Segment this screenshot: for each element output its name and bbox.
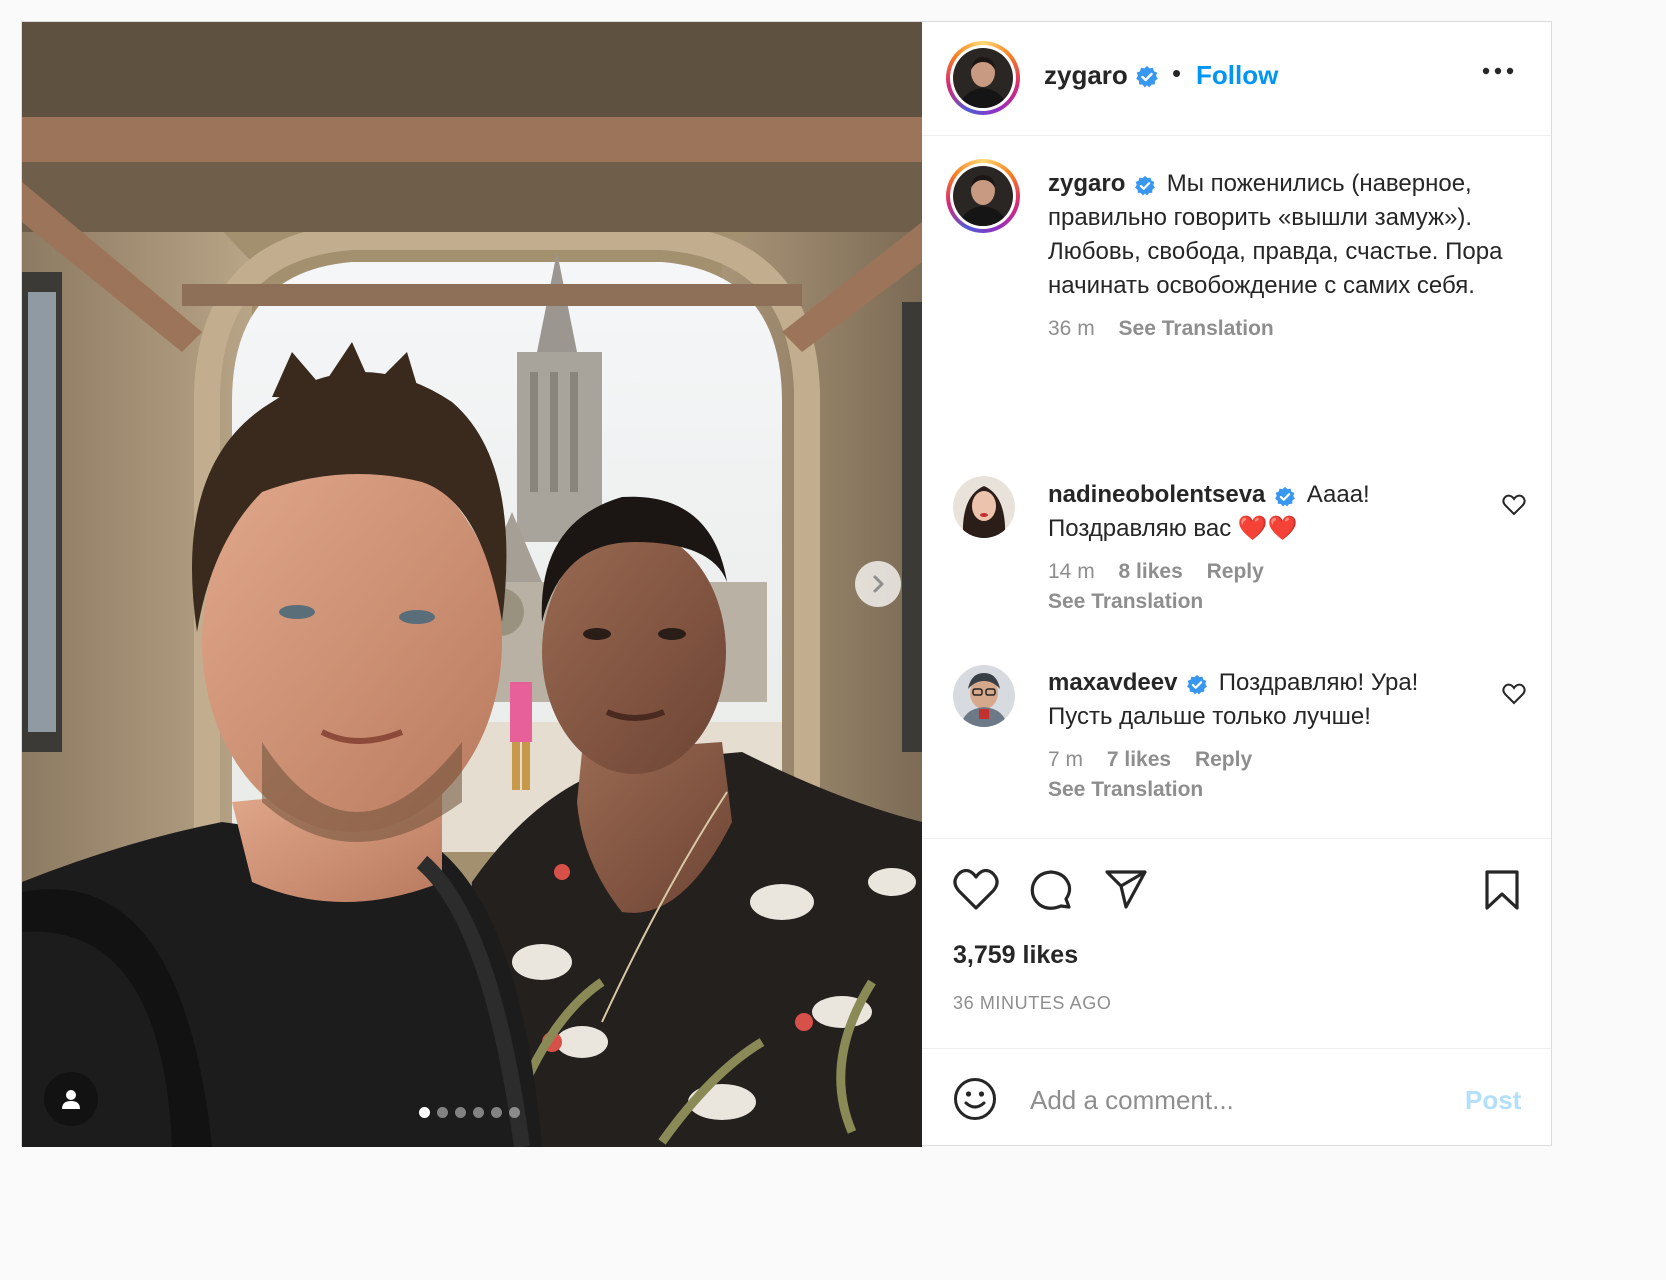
heart-icon[interactable] bbox=[953, 869, 999, 911]
bookmark-icon[interactable] bbox=[1484, 869, 1520, 911]
smiley-icon[interactable] bbox=[953, 1077, 997, 1121]
comment-username[interactable]: maxavdeev bbox=[1048, 669, 1177, 696]
reply-button[interactable]: Reply bbox=[1195, 748, 1252, 771]
add-comment-bar: Post bbox=[922, 1048, 1551, 1146]
likes-count[interactable]: 3,759 likes bbox=[953, 941, 1078, 970]
author-username[interactable]: zygaro bbox=[1044, 60, 1159, 91]
paper-plane-icon[interactable] bbox=[1104, 869, 1148, 911]
next-photo-button[interactable] bbox=[855, 561, 901, 607]
commenter-avatar[interactable] bbox=[953, 476, 1015, 538]
comments-section[interactable]: zygaro Мы поженились (наверное, правильн… bbox=[922, 136, 1551, 838]
comment-meta: 14 m 8 likes Reply bbox=[1048, 560, 1488, 584]
caption-meta: 36 m See Translation bbox=[1048, 317, 1508, 341]
carousel-dot bbox=[455, 1107, 466, 1118]
caption-text: zygaro Мы поженились (наверное, правильн… bbox=[1048, 167, 1508, 303]
comment-time[interactable]: 14 m bbox=[1048, 560, 1095, 583]
caption-author-avatar[interactable] bbox=[946, 159, 1020, 233]
carousel-indicator bbox=[419, 1107, 520, 1118]
avatar-image bbox=[953, 166, 1013, 226]
carousel-dot bbox=[509, 1107, 520, 1118]
comment-time[interactable]: 7 m bbox=[1048, 748, 1083, 771]
comment-username[interactable]: nadineobolentseva bbox=[1048, 481, 1265, 508]
comment-text: nadineobolentseva Аааа! Поздравляю вас ❤… bbox=[1048, 478, 1488, 546]
comment-likes[interactable]: 7 likes bbox=[1107, 748, 1171, 771]
caption-time[interactable]: 36 m bbox=[1048, 317, 1095, 340]
chevron-right-icon bbox=[873, 575, 884, 593]
comment-like-heart-icon[interactable] bbox=[1502, 683, 1526, 705]
comment-likes[interactable]: 8 likes bbox=[1119, 560, 1183, 583]
verified-badge-icon bbox=[1136, 66, 1158, 88]
see-translation-link[interactable]: See Translation bbox=[1048, 778, 1488, 802]
commenter-avatar[interactable] bbox=[953, 665, 1015, 727]
reply-button[interactable]: Reply bbox=[1207, 560, 1264, 583]
caption-block: zygaro Мы поженились (наверное, правильн… bbox=[1048, 167, 1508, 341]
comment-input[interactable] bbox=[1028, 1079, 1432, 1121]
photo-scene bbox=[22, 22, 922, 1147]
follow-button[interactable]: Follow bbox=[1196, 60, 1278, 91]
post-actions: 3,759 likes 36 MINUTES AGO bbox=[922, 838, 1551, 1049]
verified-badge-icon bbox=[1135, 175, 1155, 196]
carousel-dot bbox=[473, 1107, 484, 1118]
author-avatar[interactable] bbox=[946, 41, 1020, 115]
comment-item: nadineobolentseva Аааа! Поздравляю вас ❤… bbox=[1048, 478, 1488, 614]
post-header: zygaro • Follow bbox=[922, 22, 1551, 136]
post-comment-button[interactable]: Post bbox=[1465, 1085, 1521, 1116]
post-panel: zygaro • Follow zygaro Мы поженились (на… bbox=[922, 22, 1551, 1145]
verified-badge-icon bbox=[1187, 674, 1208, 695]
see-translation-link[interactable]: See Translation bbox=[1119, 317, 1274, 340]
header-separator: • bbox=[1172, 58, 1182, 88]
avatar-image bbox=[953, 665, 1015, 727]
more-horizontal-icon[interactable] bbox=[1482, 66, 1514, 76]
post-photo[interactable] bbox=[22, 22, 922, 1147]
comment-item: maxavdeev Поздравляю! Ура! Пусть дальше … bbox=[1048, 666, 1488, 802]
carousel-dot bbox=[491, 1107, 502, 1118]
person-icon bbox=[62, 1090, 80, 1109]
author-username-text[interactable]: zygaro bbox=[1044, 60, 1128, 90]
comment-text: maxavdeev Поздравляю! Ура! Пусть дальше … bbox=[1048, 666, 1488, 734]
post-card: zygaro • Follow zygaro Мы поженились (на… bbox=[21, 21, 1552, 1147]
caption-username[interactable]: zygaro bbox=[1048, 170, 1125, 197]
see-translation-link[interactable]: See Translation bbox=[1048, 590, 1488, 614]
comment-like-heart-icon[interactable] bbox=[1502, 494, 1526, 516]
verified-badge-icon bbox=[1275, 486, 1295, 507]
user-tags-button[interactable] bbox=[44, 1072, 98, 1126]
avatar-image bbox=[953, 48, 1013, 108]
carousel-dot bbox=[419, 1107, 430, 1118]
comment-meta: 7 m 7 likes Reply bbox=[1048, 748, 1488, 772]
avatar-image bbox=[953, 476, 1015, 538]
carousel-dot bbox=[437, 1107, 448, 1118]
comment-bubble-icon[interactable] bbox=[1029, 869, 1073, 913]
post-timestamp[interactable]: 36 MINUTES AGO bbox=[953, 993, 1111, 1014]
